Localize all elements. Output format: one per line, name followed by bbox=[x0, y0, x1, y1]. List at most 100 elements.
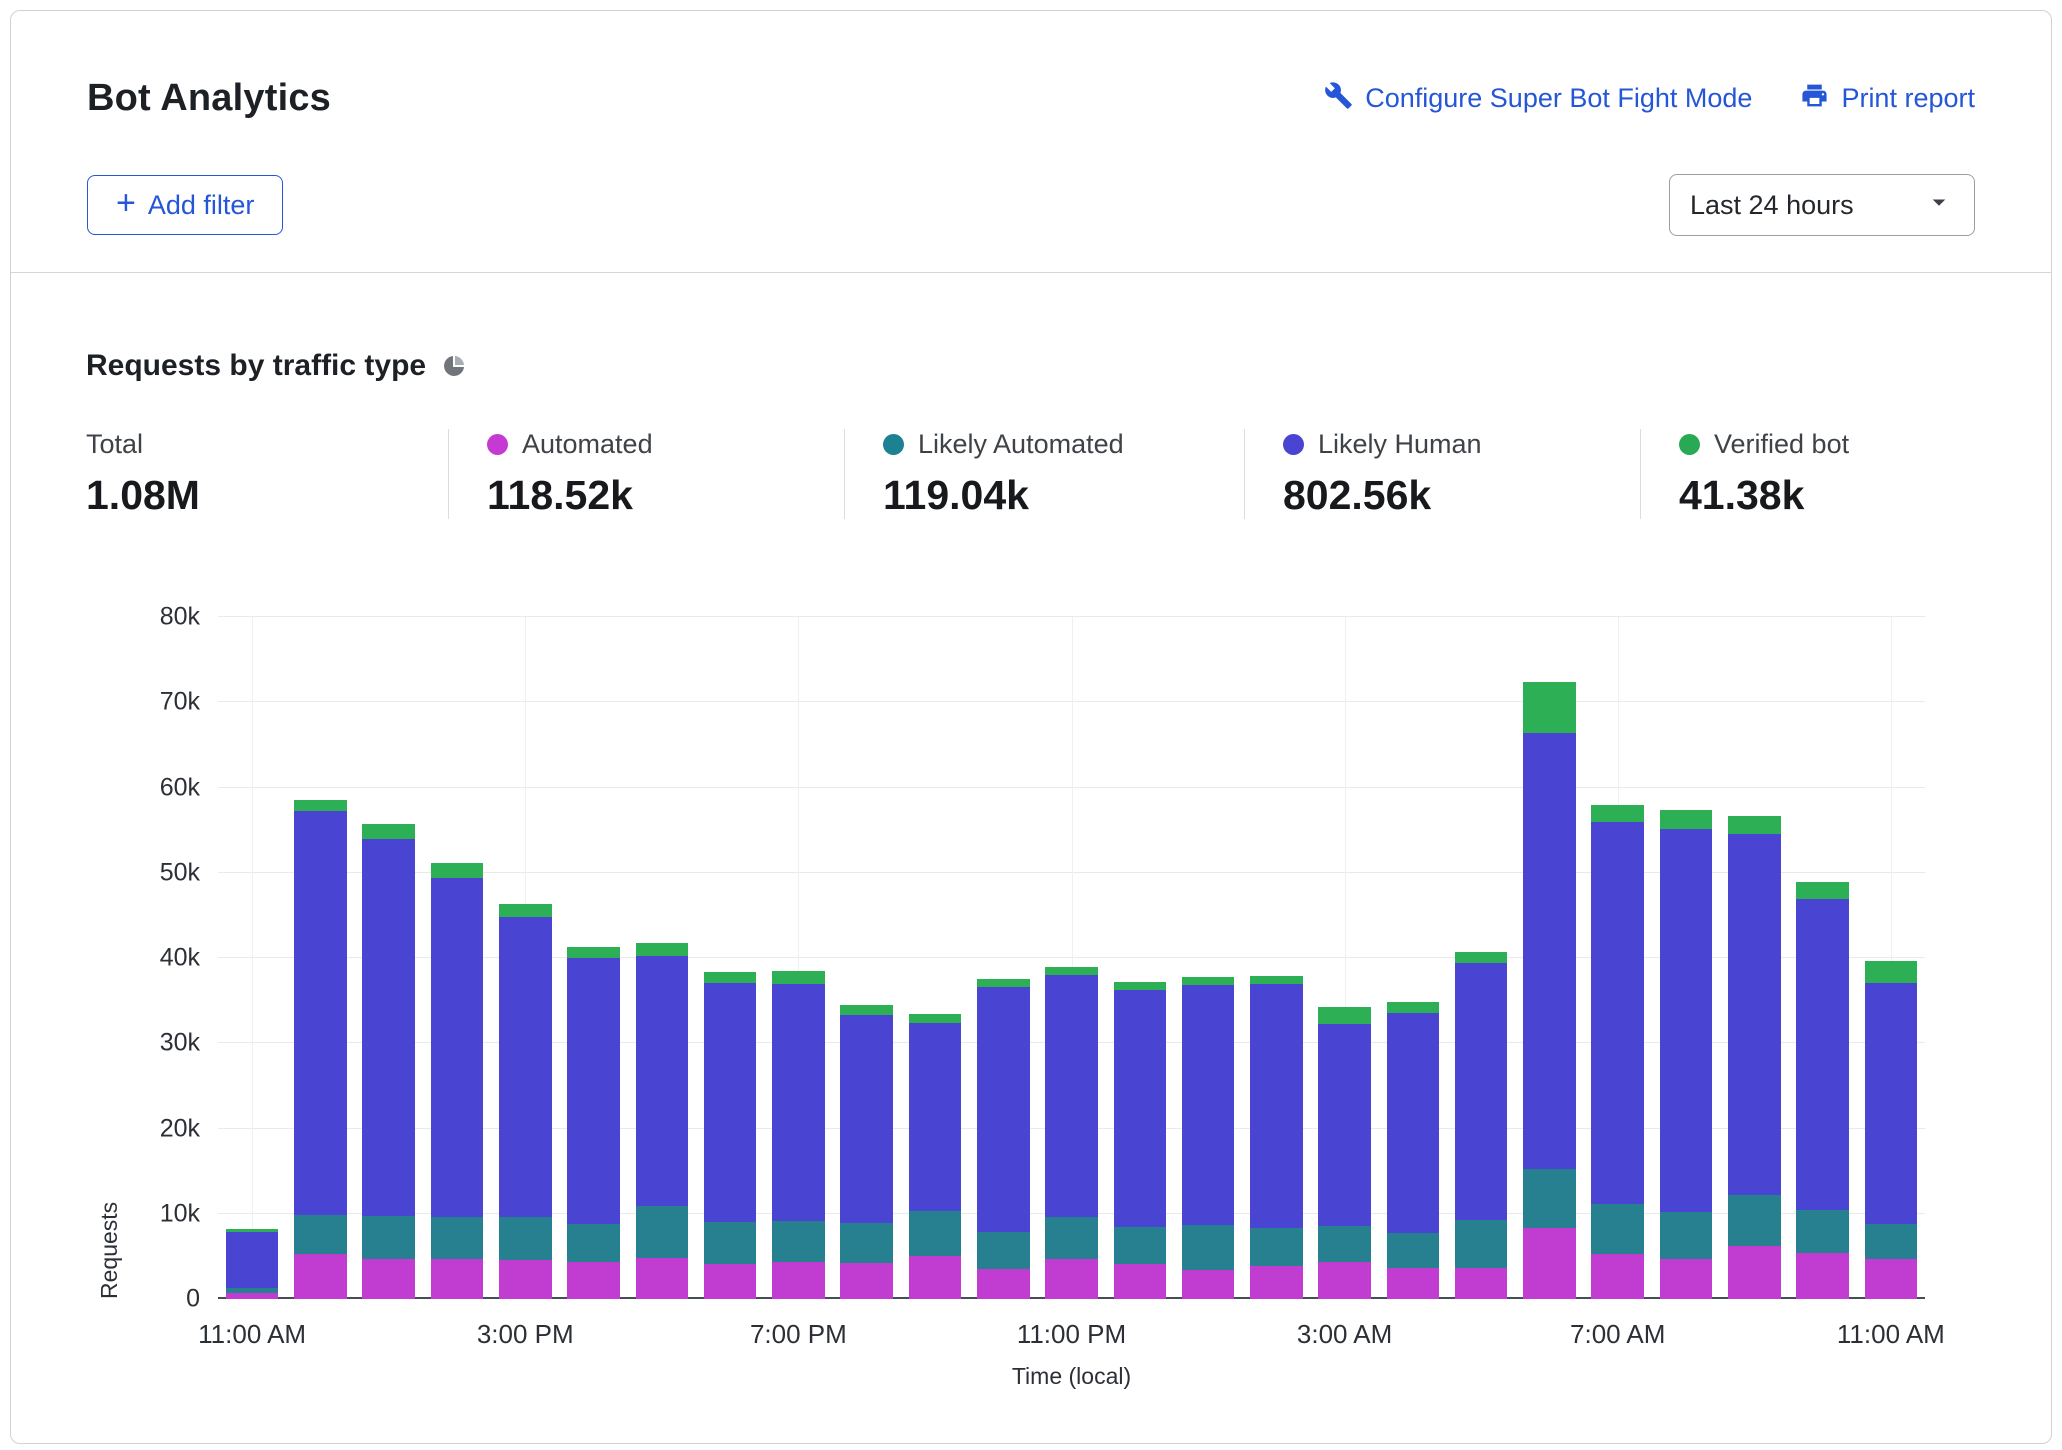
bar-segment-automated bbox=[1182, 1270, 1235, 1299]
configure-link-label: Configure Super Bot Fight Mode bbox=[1365, 83, 1752, 114]
bar-segment-automated bbox=[1865, 1259, 1918, 1299]
stat-value: 118.52k bbox=[487, 472, 828, 519]
x-tick-label: 7:00 AM bbox=[1570, 1319, 1665, 1350]
stacked-bar bbox=[567, 947, 620, 1299]
configure-super-bot-fight-mode-link[interactable]: Configure Super Bot Fight Mode bbox=[1324, 81, 1752, 117]
bot-analytics-card: Bot Analytics Configure Super Bot Fight … bbox=[10, 10, 2052, 1444]
bar-segment-likely-human bbox=[704, 983, 757, 1223]
bar-slot bbox=[1447, 617, 1515, 1299]
bar-segment-automated bbox=[294, 1254, 347, 1299]
stacked-bar bbox=[294, 800, 347, 1299]
bar-slot bbox=[1857, 617, 1925, 1299]
bar-slot bbox=[628, 617, 696, 1299]
bar-segment-automated bbox=[1660, 1259, 1713, 1299]
bar-segment-automated bbox=[431, 1259, 484, 1299]
header-links: Configure Super Bot Fight Mode Print rep… bbox=[1324, 81, 1975, 117]
x-axis: 11:00 AM3:00 PM7:00 PM11:00 PM3:00 AM7:0… bbox=[218, 1311, 1925, 1351]
x-tick-label: 11:00 PM bbox=[1017, 1319, 1126, 1350]
stat-likely-automated: Likely Automated 119.04k bbox=[844, 429, 1244, 519]
bar-slot bbox=[1515, 617, 1583, 1299]
bar-segment-likely-automated bbox=[1591, 1204, 1644, 1254]
stacked-bar bbox=[840, 1005, 893, 1299]
bar-slot bbox=[1720, 617, 1788, 1299]
bar-segment-likely-automated bbox=[1796, 1210, 1849, 1253]
bar-segment-likely-human bbox=[977, 987, 1030, 1232]
bar-segment-automated bbox=[1728, 1246, 1781, 1299]
bar-slot bbox=[696, 617, 764, 1299]
x-tick-label: 3:00 AM bbox=[1297, 1319, 1392, 1350]
stacked-bar bbox=[1796, 882, 1849, 1299]
stacked-bar bbox=[362, 824, 415, 1299]
stacked-bar bbox=[499, 904, 552, 1299]
bar-segment-automated bbox=[909, 1256, 962, 1300]
stacked-bar bbox=[1387, 1002, 1440, 1299]
bar-segment-likely-automated bbox=[1114, 1227, 1167, 1265]
bar-segment-verified-bot bbox=[1591, 805, 1644, 822]
y-tick-label: 60k bbox=[160, 773, 200, 802]
bar-segment-likely-human bbox=[1318, 1024, 1371, 1225]
bar-slot bbox=[218, 617, 286, 1299]
stacked-bar bbox=[772, 971, 825, 1299]
print-report-link[interactable]: Print report bbox=[1800, 81, 1975, 117]
stacked-bar bbox=[431, 863, 484, 1299]
bar-segment-verified-bot bbox=[1182, 977, 1235, 986]
bar-segment-likely-automated bbox=[1865, 1224, 1918, 1259]
stacked-bar bbox=[1591, 805, 1644, 1299]
bar-segment-likely-automated bbox=[1523, 1169, 1576, 1228]
bar-segment-automated bbox=[226, 1293, 279, 1299]
bar-segment-verified-bot bbox=[567, 947, 620, 958]
bar-segment-automated bbox=[1796, 1253, 1849, 1299]
x-tick-label: 3:00 PM bbox=[477, 1319, 574, 1350]
bar-segment-verified-bot bbox=[1728, 816, 1781, 833]
bar-segment-likely-human bbox=[909, 1023, 962, 1211]
y-tick-label: 40k bbox=[160, 944, 200, 973]
time-range-select[interactable]: Last 24 hours bbox=[1669, 174, 1975, 236]
stacked-bar bbox=[226, 1229, 279, 1299]
page-title: Bot Analytics bbox=[87, 77, 331, 120]
y-tick-label: 50k bbox=[160, 858, 200, 887]
bar-slot bbox=[1037, 617, 1105, 1299]
bar-segment-verified-bot bbox=[772, 971, 825, 984]
bar-segment-verified-bot bbox=[294, 800, 347, 810]
wrench-icon bbox=[1324, 81, 1353, 117]
stat-verified-bot: Verified bot 41.38k bbox=[1640, 429, 1976, 519]
bar-segment-likely-automated bbox=[431, 1217, 484, 1259]
bar-segment-automated bbox=[1250, 1266, 1303, 1299]
bar-segment-verified-bot bbox=[636, 943, 689, 956]
stacked-bar bbox=[1728, 816, 1781, 1299]
bar-slot bbox=[491, 617, 559, 1299]
stat-automated: Automated 118.52k bbox=[448, 429, 844, 519]
bar-segment-likely-human bbox=[362, 839, 415, 1217]
bar-segment-automated bbox=[567, 1262, 620, 1300]
stacked-bar bbox=[909, 1014, 962, 1299]
bar-segment-automated bbox=[1455, 1268, 1508, 1300]
bar-segment-verified-bot bbox=[1250, 976, 1303, 984]
bar-segment-automated bbox=[977, 1269, 1030, 1299]
bar-segment-automated bbox=[1045, 1259, 1098, 1299]
bar-slot bbox=[1311, 617, 1379, 1299]
add-filter-button[interactable]: + Add filter bbox=[87, 175, 283, 235]
bar-segment-likely-automated bbox=[499, 1217, 552, 1260]
bar-segment-automated bbox=[362, 1259, 415, 1299]
stacked-bar bbox=[636, 943, 689, 1299]
bar-slot bbox=[559, 617, 627, 1299]
bar-segment-likely-automated bbox=[1318, 1226, 1371, 1263]
bar-segment-likely-human bbox=[1250, 984, 1303, 1229]
bar-segment-likely-human bbox=[1045, 975, 1098, 1217]
bar-segment-likely-human bbox=[1387, 1013, 1440, 1233]
stacked-bar bbox=[1114, 982, 1167, 1299]
stat-value: 41.38k bbox=[1679, 472, 1960, 519]
bar-slot bbox=[1174, 617, 1242, 1299]
stat-label: Automated bbox=[522, 429, 653, 460]
y-tick-label: 70k bbox=[160, 688, 200, 717]
bar-segment-likely-automated bbox=[1182, 1225, 1235, 1270]
add-filter-label: Add filter bbox=[148, 190, 255, 221]
bar-segment-likely-automated bbox=[1728, 1195, 1781, 1246]
stacked-bar bbox=[1523, 682, 1576, 1299]
stat-value: 802.56k bbox=[1283, 472, 1624, 519]
stat-label: Likely Human bbox=[1318, 429, 1482, 460]
bar-segment-likely-automated bbox=[840, 1223, 893, 1263]
bar-segment-verified-bot bbox=[499, 904, 552, 917]
stat-total: Total 1.08M bbox=[86, 429, 448, 519]
bar-segment-automated bbox=[1114, 1264, 1167, 1299]
